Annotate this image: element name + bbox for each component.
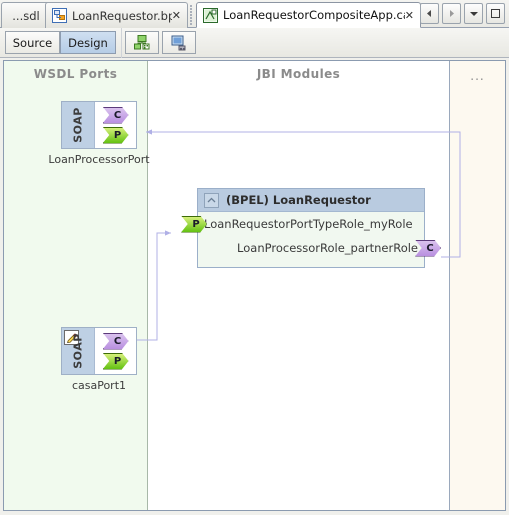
tab-loanrequestor-composite-casa-close-icon[interactable]: ✕: [405, 10, 414, 21]
column-jbi-modules-title: JBI Modules: [256, 67, 341, 81]
design-view-button[interactable]: Design: [60, 31, 116, 54]
build-project-button[interactable]: [125, 31, 159, 54]
tab-loanrequestor-bpel-label: LoanRequestor.bpel: [72, 8, 172, 23]
endpoint-provide-glyph: P: [113, 355, 122, 367]
casa-design-canvas[interactable]: WSDL Ports JBI Modules ... SOAP C P Loan…: [3, 60, 506, 511]
scroll-left-button[interactable]: [420, 3, 439, 24]
endpoint-provide-glyph: P: [113, 129, 122, 141]
tab-loanrequestor-composite-casa-label: LoanRequestorCompositeApp.casa *: [223, 8, 405, 22]
endpoint-provide-glyph: P: [192, 218, 200, 230]
deploy-project-button[interactable]: [162, 31, 196, 54]
jbi-module-header[interactable]: (BPEL) LoanRequestor: [198, 189, 424, 212]
tab-drag-handle[interactable]: [190, 4, 195, 25]
bpel-file-icon: [52, 8, 67, 23]
wsdl-port-casaport1-label: casaPort1: [71, 379, 127, 392]
editor-tab-bar: ...sdl LoanRequestor.bpel ✕: [0, 0, 509, 28]
jbi-module-role-label: LoanProcessorRole_partnerRole: [237, 241, 418, 255]
editor-toolbar: Source Design: [0, 28, 509, 58]
wsdl-port-casaport1[interactable]: SOAP C P: [61, 327, 137, 375]
jbi-module-role-row[interactable]: LoanProcessorRole_partnerRole C: [198, 236, 441, 260]
build-icon: [134, 34, 150, 49]
soap-binding-bar: SOAP: [62, 328, 95, 374]
collapse-chevron-icon[interactable]: [204, 192, 219, 208]
endpoint-consume-glyph: C: [426, 242, 434, 254]
source-view-button[interactable]: Source: [5, 31, 60, 54]
tab-loanrequestor-composite-casa[interactable]: LoanRequestorCompositeApp.casa * ✕: [196, 2, 421, 28]
endpoint-consume-glyph: C: [113, 335, 122, 347]
column-external-modules-title: ...: [470, 69, 485, 83]
tab-wsdl-file-label: ...sdl: [12, 8, 40, 23]
jbi-module-role-label: LoanRequestorPortTypeRole_myRole: [204, 217, 413, 231]
soap-binding-label: SOAP: [71, 333, 85, 369]
column-jbi-modules: JBI Modules: [148, 61, 450, 510]
endpoint-provide[interactable]: P: [102, 126, 129, 144]
soap-binding-label: SOAP: [71, 107, 85, 143]
wsdl-port-loanprocessorport[interactable]: SOAP C P: [61, 101, 137, 149]
tab-list-button[interactable]: [464, 3, 483, 24]
column-wsdl-ports-title: WSDL Ports: [33, 67, 118, 81]
tab-nav-button-group: [420, 3, 505, 24]
casa-file-icon: [203, 7, 218, 23]
column-external-modules: ...: [450, 61, 505, 510]
endpoint-consume[interactable]: C: [102, 106, 129, 124]
endpoint-consume[interactable]: C: [102, 332, 129, 350]
endpoint-consume-glyph: C: [113, 109, 122, 121]
tab-loanrequestor-bpel-close-icon[interactable]: ✕: [172, 10, 181, 21]
endpoint-provide[interactable]: P: [102, 352, 129, 370]
jbi-module-title: (BPEL) LoanRequestor: [226, 193, 371, 207]
tab-loanrequestor-bpel[interactable]: LoanRequestor.bpel ✕: [45, 2, 188, 28]
scroll-right-button[interactable]: [442, 3, 461, 24]
deploy-icon: [171, 35, 186, 50]
tab-wsdl-file[interactable]: ...sdl: [1, 2, 51, 28]
wsdl-port-loanprocessorport-label: LoanProcessorPort: [48, 153, 150, 166]
endpoint-list: C P: [95, 102, 136, 148]
editor-window: ...sdl LoanRequestor.bpel ✕: [0, 0, 509, 515]
endpoint-list: C P: [95, 328, 136, 374]
jbi-module-role-row[interactable]: P LoanRequestorPortTypeRole_myRole: [181, 212, 424, 236]
soap-binding-bar: SOAP: [62, 102, 95, 148]
jbi-module-bpel-loanrequestor[interactable]: (BPEL) LoanRequestor P LoanRequestorPort…: [181, 188, 441, 268]
maximize-button[interactable]: [486, 3, 505, 24]
